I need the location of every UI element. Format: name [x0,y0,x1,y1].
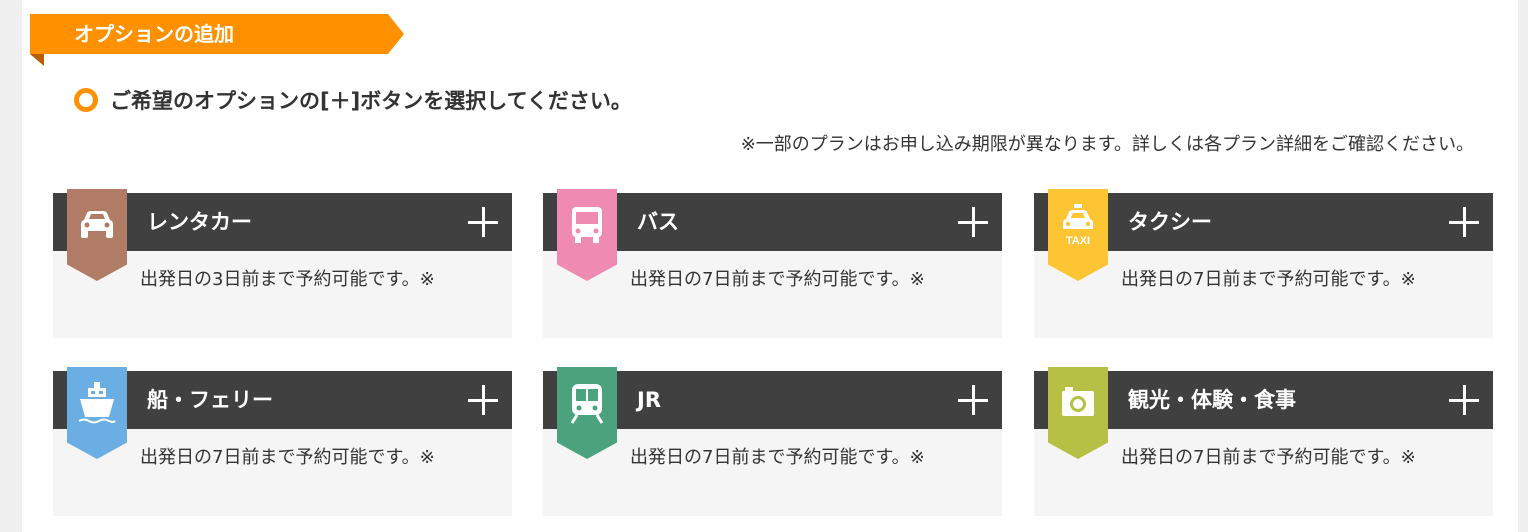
option-card-rental-car: レンタカー 出発日の3日前まで予約可能です。※ [53,189,512,338]
option-description: 出発日の3日前まで予約可能です。※ [140,269,435,290]
option-badge [557,189,617,281]
taxi-icon: TAXI [1063,204,1093,247]
add-jr-button[interactable] [958,385,988,415]
option-card-ferry: 船・フェリー 出発日の7日前まで予約可能です。※ [53,367,512,516]
ring-bullet-icon [74,88,98,112]
option-card-sightseeing: 観光・体験・食事 出発日の7日前まで予約可能です。※ [1034,367,1493,516]
option-title: 船・フェリー [147,388,273,412]
option-card-taxi: タクシー TAXI 出発日の7日前まで予約可能です。※ [1034,189,1493,338]
option-description: 出発日の7日前まで予約可能です。※ [1121,269,1416,290]
option-badge [1048,367,1108,459]
add-sightseeing-button[interactable] [1449,385,1479,415]
option-badge [557,367,617,459]
option-title: バス [637,210,679,234]
bus-icon [572,207,602,243]
option-card-jr: JR 出発日の7日前まで予約可能です。※ [543,367,1002,516]
option-title: レンタカー [147,210,252,234]
option-badge [67,189,127,281]
add-rental-car-button[interactable] [468,207,498,237]
section-title: オプションの追加 [74,22,234,46]
option-badge: TAXI [1048,189,1108,281]
option-badge [67,367,127,459]
options-panel: オプションの追加 ご希望のオプションの[＋]ボタンを選択してください。 ※一部の… [22,0,1518,532]
instruction: ご希望のオプションの[＋]ボタンを選択してください。 [74,84,632,116]
taxi-icon-label: TAXI [1066,235,1090,247]
option-description: 出発日の7日前まで予約可能です。※ [140,447,435,468]
ribbon-tip [388,14,404,54]
train-icon [570,384,604,424]
option-title: JR [637,388,661,412]
add-ferry-button[interactable] [468,385,498,415]
add-taxi-button[interactable] [1449,207,1479,237]
ribbon-fold [30,54,44,66]
option-card-bus: バス 出発日の7日前まで予約可能です。※ [543,189,1002,338]
camera-icon [1062,387,1094,416]
option-description: 出発日の7日前まで予約可能です。※ [1121,447,1416,468]
ship-icon [78,382,116,424]
option-description: 出発日の7日前まで予約可能です。※ [630,447,925,468]
section-ribbon: オプションの追加 [30,14,404,66]
option-title: 観光・体験・食事 [1128,388,1296,412]
deadline-note: ※一部のプランはお申し込み期限が異なります。詳しくは各プラン詳細をご確認ください… [740,134,1474,155]
car-icon [81,211,113,238]
option-title: タクシー [1128,210,1212,234]
add-bus-button[interactable] [958,207,988,237]
option-description: 出発日の7日前まで予約可能です。※ [630,269,925,290]
instruction-text: ご希望のオプションの[＋]ボタンを選択してください。 [110,89,632,113]
